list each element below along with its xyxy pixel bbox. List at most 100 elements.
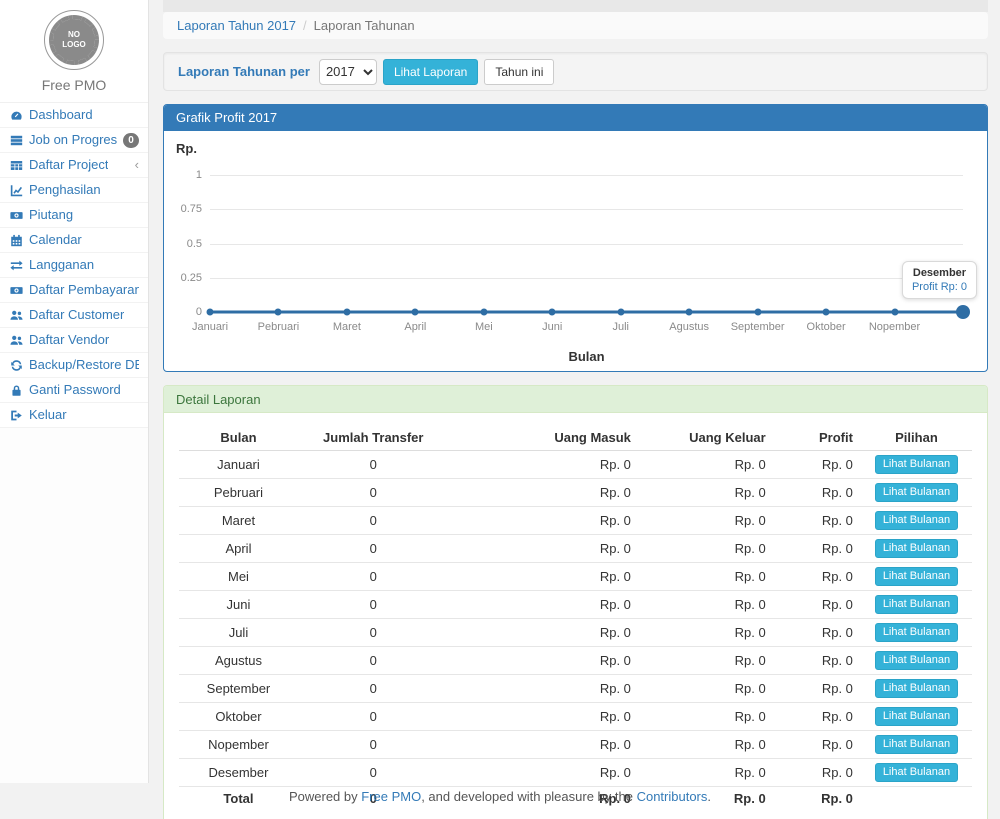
sidebar-item-calendar[interactable]: Calendar: [0, 228, 148, 253]
breadcrumb-separator: /: [303, 18, 307, 33]
sidebar-item-daftar-project[interactable]: Daftar Project‹: [0, 153, 148, 178]
cell-pilihan: Lihat Bulanan: [861, 451, 972, 479]
sidebar-item-piutang[interactable]: Piutang: [0, 203, 148, 228]
table-row: Juni0Rp. 0Rp. 0Rp. 0Lihat Bulanan: [179, 591, 972, 619]
breadcrumb-link[interactable]: Laporan Tahun 2017: [177, 18, 296, 33]
table-row: Januari0Rp. 0Rp. 0Rp. 0Lihat Bulanan: [179, 451, 972, 479]
view-monthly-button-september[interactable]: Lihat Bulanan: [875, 679, 958, 698]
logo: NO LOGO: [44, 10, 104, 70]
cell-uang_masuk: Rp. 0: [449, 451, 639, 479]
cell-jumlah_transfer: 0: [298, 451, 449, 479]
view-monthly-button-pebruari[interactable]: Lihat Bulanan: [875, 483, 958, 502]
cell-pilihan: Lihat Bulanan: [861, 703, 972, 731]
chart-y-axis-title: Rp.: [176, 141, 197, 156]
footer-link-contributors[interactable]: Contributors: [637, 789, 708, 804]
sidebar-item-backup-restore-db[interactable]: Backup/Restore DB: [0, 353, 148, 378]
cell-uang_keluar: Rp. 0: [639, 619, 774, 647]
cell-uang_masuk: Rp. 0: [449, 507, 639, 535]
data-point-juni[interactable]: [549, 309, 556, 316]
table-row: Pebruari0Rp. 0Rp. 0Rp. 0Lihat Bulanan: [179, 479, 972, 507]
cell-uang_masuk: Rp. 0: [449, 759, 639, 787]
view-monthly-button-maret[interactable]: Lihat Bulanan: [875, 511, 958, 530]
sidebar-item-label: Calendar: [29, 232, 82, 248]
gridline: [210, 278, 963, 279]
cell-bulan: Januari: [179, 451, 298, 479]
chart-plot-area[interactable]: Desember Profit Rp: 0 10.750.50.250Janua…: [210, 175, 963, 312]
sidebar-item-label: Dashboard: [29, 107, 93, 123]
view-monthly-button-juni[interactable]: Lihat Bulanan: [875, 595, 958, 614]
data-point-agustus[interactable]: [686, 309, 693, 316]
sidebar-item-job-on-progress[interactable]: Job on Progress0: [0, 128, 148, 153]
cell-profit: Rp. 0: [774, 451, 861, 479]
view-monthly-button-januari[interactable]: Lihat Bulanan: [875, 455, 958, 474]
dashboard-icon: [9, 109, 23, 122]
view-monthly-button-oktober[interactable]: Lihat Bulanan: [875, 707, 958, 726]
main-content: Laporan Tahun 2017 / Laporan Tahunan Lap…: [163, 0, 988, 819]
x-tick-label: Oktober: [807, 321, 846, 333]
data-point-pebruari[interactable]: [275, 309, 282, 316]
no-logo-badge: NO LOGO: [49, 15, 99, 65]
x-tick-label: April: [404, 321, 426, 333]
data-point-juli[interactable]: [617, 309, 624, 316]
view-report-button[interactable]: Lihat Laporan: [383, 59, 478, 85]
view-monthly-button-juli[interactable]: Lihat Bulanan: [875, 623, 958, 642]
data-point-maret[interactable]: [343, 309, 350, 316]
y-tick-label: 0: [196, 306, 202, 318]
cell-pilihan: Lihat Bulanan: [861, 759, 972, 787]
sidebar-item-langganan[interactable]: Langganan: [0, 253, 148, 278]
x-tick-label: Mei: [475, 321, 493, 333]
view-monthly-button-agustus[interactable]: Lihat Bulanan: [875, 651, 958, 670]
data-point-september[interactable]: [754, 309, 761, 316]
data-point-april[interactable]: [412, 309, 419, 316]
sidebar-item-daftar-customer[interactable]: Daftar Customer: [0, 303, 148, 328]
refresh-icon: [9, 359, 23, 372]
calendar-icon: [9, 234, 23, 247]
cell-bulan: Nopember: [179, 731, 298, 759]
table-row: Maret0Rp. 0Rp. 0Rp. 0Lihat Bulanan: [179, 507, 972, 535]
y-tick-label: 0.75: [181, 203, 202, 215]
table-row: Oktober0Rp. 0Rp. 0Rp. 0Lihat Bulanan: [179, 703, 972, 731]
report-filter-bar: Laporan Tahunan per 2017 Lihat Laporan T…: [163, 52, 988, 91]
y-tick-label: 0.25: [181, 272, 202, 284]
cell-uang_keluar: Rp. 0: [639, 535, 774, 563]
cell-profit: Rp. 0: [774, 647, 861, 675]
repeat-icon: [9, 259, 23, 272]
profit-chart[interactable]: Rp. Desember Profit Rp: 0 10.750.50.250J…: [164, 131, 987, 371]
data-point-oktober[interactable]: [823, 309, 830, 316]
data-point-januari[interactable]: [207, 309, 214, 316]
cell-pilihan: Lihat Bulanan: [861, 563, 972, 591]
cell-bulan: September: [179, 675, 298, 703]
cell-bulan: Agustus: [179, 647, 298, 675]
data-point-mei[interactable]: [480, 309, 487, 316]
view-monthly-button-april[interactable]: Lihat Bulanan: [875, 539, 958, 558]
cell-uang_masuk: Rp. 0: [449, 647, 639, 675]
sidebar-item-daftar-pembayaran[interactable]: Daftar Pembayaran: [0, 278, 148, 303]
cell-pilihan: Lihat Bulanan: [861, 731, 972, 759]
sidebar-item-keluar[interactable]: Keluar: [0, 403, 148, 428]
tooltip-title: Desember: [912, 267, 967, 279]
cell-uang_keluar: Rp. 0: [639, 591, 774, 619]
detail-panel-title: Detail Laporan: [164, 386, 987, 413]
data-point-nopember[interactable]: [891, 309, 898, 316]
view-monthly-button-nopember[interactable]: Lihat Bulanan: [875, 735, 958, 754]
breadcrumb-current: Laporan Tahunan: [314, 18, 415, 33]
footer-link-free-pmo[interactable]: Free PMO: [361, 789, 421, 804]
sidebar-item-label: Daftar Customer: [29, 307, 124, 323]
view-monthly-button-mei[interactable]: Lihat Bulanan: [875, 567, 958, 586]
chart-x-axis-title: Bulan: [210, 349, 963, 364]
data-point-desember[interactable]: [956, 305, 970, 319]
sidebar-item-dashboard[interactable]: Dashboard: [0, 103, 148, 128]
sidebar-item-penghasilan[interactable]: Penghasilan: [0, 178, 148, 203]
cell-uang_masuk: Rp. 0: [449, 591, 639, 619]
line-chart-icon: [9, 184, 23, 197]
sidebar-item-daftar-vendor[interactable]: Daftar Vendor: [0, 328, 148, 353]
column-header: Uang Keluar: [639, 425, 774, 451]
cell-jumlah_transfer: 0: [298, 479, 449, 507]
this-year-button[interactable]: Tahun ini: [484, 59, 554, 85]
cell-bulan: Oktober: [179, 703, 298, 731]
sidebar-item-ganti-password[interactable]: Ganti Password: [0, 378, 148, 403]
year-select[interactable]: 2017: [319, 59, 377, 85]
cell-bulan: Maret: [179, 507, 298, 535]
cell-profit: Rp. 0: [774, 759, 861, 787]
view-monthly-button-desember[interactable]: Lihat Bulanan: [875, 763, 958, 782]
